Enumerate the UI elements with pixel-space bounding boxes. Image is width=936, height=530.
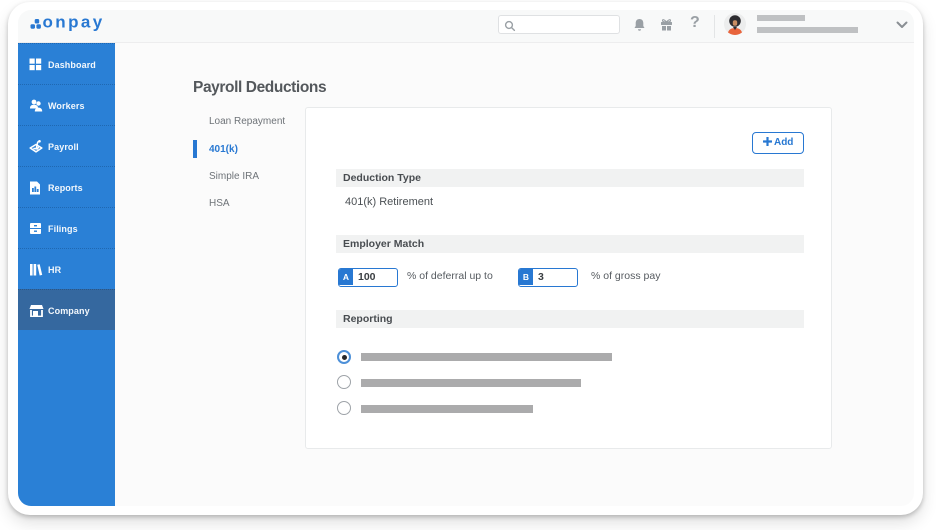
- svg-text:onpay: onpay: [43, 13, 105, 32]
